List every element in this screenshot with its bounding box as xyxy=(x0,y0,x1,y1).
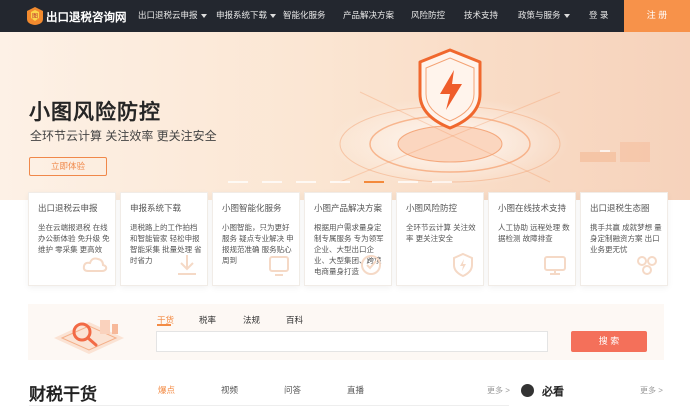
card-cloud-declare[interactable]: 出口退税云申报 坐在云端报退税 在线办公新体验 免升级 免维护 零采集 更高效 xyxy=(28,192,116,286)
more-link[interactable]: 更多 > xyxy=(487,385,510,396)
support-icon xyxy=(544,256,566,275)
carousel-dot[interactable] xyxy=(228,181,248,183)
carousel-dot[interactable] xyxy=(330,181,350,183)
must-read-title: 必看 xyxy=(542,386,564,398)
chevron-down-icon xyxy=(270,13,277,18)
card-desc: 全环节云计算 关注效率 更关注安全 xyxy=(406,223,476,243)
nav-item-label: 技术支持 xyxy=(464,10,499,20)
download-icon xyxy=(178,255,196,275)
more-link[interactable]: 更多 > xyxy=(640,385,663,396)
chevron-down-icon xyxy=(563,13,570,18)
search-illustration xyxy=(54,320,124,354)
card-title: 小图产品解决方案 xyxy=(314,203,383,213)
logo-badge-icon: 图 xyxy=(27,7,43,25)
card-title: 出口退税生态圈 xyxy=(590,203,650,213)
search-tab-encyclopedia[interactable]: 百科 xyxy=(286,314,303,326)
nav-item-policy[interactable]: 政策与服务 xyxy=(518,0,570,32)
card-risk-control[interactable]: 小图风险防控 全环节云计算 关注效率 更关注安全 xyxy=(396,192,484,286)
carousel-dot[interactable] xyxy=(398,181,418,183)
nav-item-label: 智能化服务 xyxy=(283,10,326,20)
solution-icon xyxy=(361,255,381,275)
active-tab-underline xyxy=(157,324,171,326)
nav-item-label: 政策与服务 xyxy=(518,10,561,20)
must-read-icon xyxy=(521,384,534,397)
login-link[interactable]: 登 录 xyxy=(589,0,608,32)
carousel-dot[interactable] xyxy=(432,181,452,183)
carousel-dot-active[interactable] xyxy=(364,181,384,183)
try-now-button[interactable]: 立即体验 xyxy=(29,157,107,176)
card-title: 小图风险防控 xyxy=(406,203,458,213)
nav-item-smart-service[interactable]: 智能化服务 xyxy=(283,0,326,32)
card-desc: 人工协助 远程处理 数据检测 故障排查 xyxy=(498,223,570,243)
card-smart-service[interactable]: 小图智能化服务 小图智能，只为更好服务 疑点专业解决 申报规范准确 服务贴心周到 xyxy=(212,192,300,286)
card-solutions[interactable]: 小图产品解决方案 根据用户需求量身定制专属服务 专为领军企业、大型出口企业、大型… xyxy=(304,192,392,286)
register-button[interactable]: 注 册 xyxy=(624,0,690,32)
section-tab-live[interactable]: 直播 xyxy=(347,384,364,396)
logo-text: 出口退税咨询网 xyxy=(46,12,127,24)
card-title: 小图智能化服务 xyxy=(222,203,282,213)
search-button[interactable]: 搜 索 xyxy=(571,331,647,352)
service-cards: 出口退税云申报 坐在云端报退税 在线办公新体验 免升级 免维护 零采集 更高效 … xyxy=(28,192,668,286)
nav-item-cloud-declare[interactable]: 出口退税云申报 xyxy=(138,0,207,32)
section-title: 财税干货 xyxy=(29,385,97,404)
nav-item-label: 风险防控 xyxy=(411,10,446,20)
search-tab-tax-rate[interactable]: 税率 xyxy=(199,314,216,326)
carousel-dot[interactable] xyxy=(262,181,282,183)
card-title: 出口退税云申报 xyxy=(38,203,98,213)
section-tab-hot[interactable]: 爆点 xyxy=(158,384,175,396)
search-input[interactable] xyxy=(156,331,548,352)
top-nav: 图 出口退税咨询网 出口退税云申报 申报系统下载 智能化服务 产品解决方案 风险… xyxy=(0,0,690,32)
hero-illustration xyxy=(330,48,650,187)
section-tab-video[interactable]: 视频 xyxy=(221,384,238,396)
smart-service-icon xyxy=(269,256,289,276)
hero-banner[interactable]: 小图风险防控 全环节云计算 关注效率 更关注安全 立即体验 xyxy=(0,32,690,200)
search-tab-regulations[interactable]: 法规 xyxy=(243,314,260,326)
divider xyxy=(29,405,509,406)
chevron-down-icon xyxy=(200,13,207,18)
carousel-dot[interactable] xyxy=(296,181,316,183)
nav-item-solutions[interactable]: 产品解决方案 xyxy=(343,0,394,32)
hero-title: 小图风险防控 xyxy=(29,101,161,124)
nav-item-label: 产品解决方案 xyxy=(343,10,395,20)
ecosystem-icon xyxy=(637,256,657,275)
svg-text:图: 图 xyxy=(32,13,38,20)
card-title: 申报系统下载 xyxy=(130,203,182,213)
nav-item-risk-control[interactable]: 风险防控 xyxy=(411,0,445,32)
card-title: 小图在线技术支持 xyxy=(498,203,567,213)
hero-subtitle: 全环节云计算 关注效率 更关注安全 xyxy=(30,129,217,143)
nav-item-tech-support[interactable]: 技术支持 xyxy=(464,0,498,32)
nav-item-label: 申报系统下载 xyxy=(216,10,268,20)
nav-item-system-download[interactable]: 申报系统下载 xyxy=(216,0,277,32)
section-tab-qa[interactable]: 问答 xyxy=(284,384,301,396)
cloud-icon xyxy=(82,257,108,272)
card-tech-support[interactable]: 小图在线技术支持 人工协助 远程处理 数据检测 故障排查 xyxy=(488,192,576,286)
site-logo[interactable]: 图 出口退税咨询网 xyxy=(26,6,134,26)
card-system-download[interactable]: 申报系统下载 退税路上的工作拍档和智能管家 轻松申报 智能采集 批量处理 省时省… xyxy=(120,192,208,286)
card-ecosystem[interactable]: 出口退税生态圈 携手共赢 成就梦想 量身定制融资方案 出口业务更无忧 xyxy=(580,192,668,286)
shield-icon xyxy=(453,252,473,278)
nav-item-label: 出口退税云申报 xyxy=(138,10,198,20)
